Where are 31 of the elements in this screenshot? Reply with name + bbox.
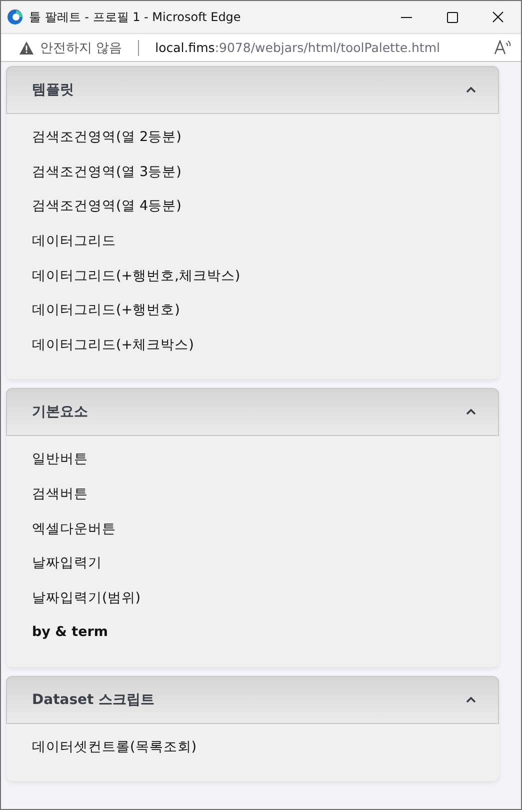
palette-item[interactable]: 검색조건영역(열 2등분) [32,128,182,146]
palette-item[interactable]: 데이터셋컨트롤(목록조회) [32,738,197,756]
palette-item[interactable]: 데이터그리드 [32,232,116,250]
address-url[interactable]: local.fims:9078/webjars/html/toolPalette.html [155,40,488,55]
chevron-up-icon [466,696,476,703]
close-icon [492,11,504,23]
panel-header[interactable]: Dataset 스크립트 [6,676,499,724]
read-aloud-icon[interactable] [494,40,511,55]
chevron-up-icon [466,409,476,416]
panel-title: 템플릿 [32,81,74,99]
panel-header[interactable]: 기본요소 [6,388,499,436]
warning-icon[interactable] [19,40,34,54]
palette-item[interactable]: 날짜입력기 [32,554,102,572]
panel-header[interactable]: 템플릿 [6,66,499,114]
window-title: 툴 팔레트 - 프로필 1 - Microsoft Edge [29,8,242,26]
palette-item[interactable]: 엑셀다운버튼 [32,520,116,538]
panel-title: Dataset 스크립트 [32,690,155,709]
palette-item[interactable]: by & term [32,624,108,640]
palette-item[interactable]: 데이터그리드(+체크박스) [32,336,194,354]
browser-logo-icon [7,9,23,25]
palette-item[interactable]: 날짜입력기(범위) [32,588,141,607]
palette-item[interactable]: 데이터그리드(+행번호) [32,301,180,320]
palette-item[interactable]: 검색조건영역(열 4등분) [32,197,182,216]
palette-item[interactable]: 검색조건영역(열 3등분) [32,162,182,181]
palette-item[interactable]: 일반버튼 [32,450,88,468]
chevron-up-icon [466,87,476,93]
panel-title: 기본요소 [32,403,88,422]
palette-item[interactable]: 검색버튼 [32,485,88,504]
palette-item[interactable]: 데이터그리드(+행번호,체크박스) [32,266,240,285]
maximize-icon [446,12,458,22]
security-label[interactable]: 안전하지 않음 [40,38,122,56]
